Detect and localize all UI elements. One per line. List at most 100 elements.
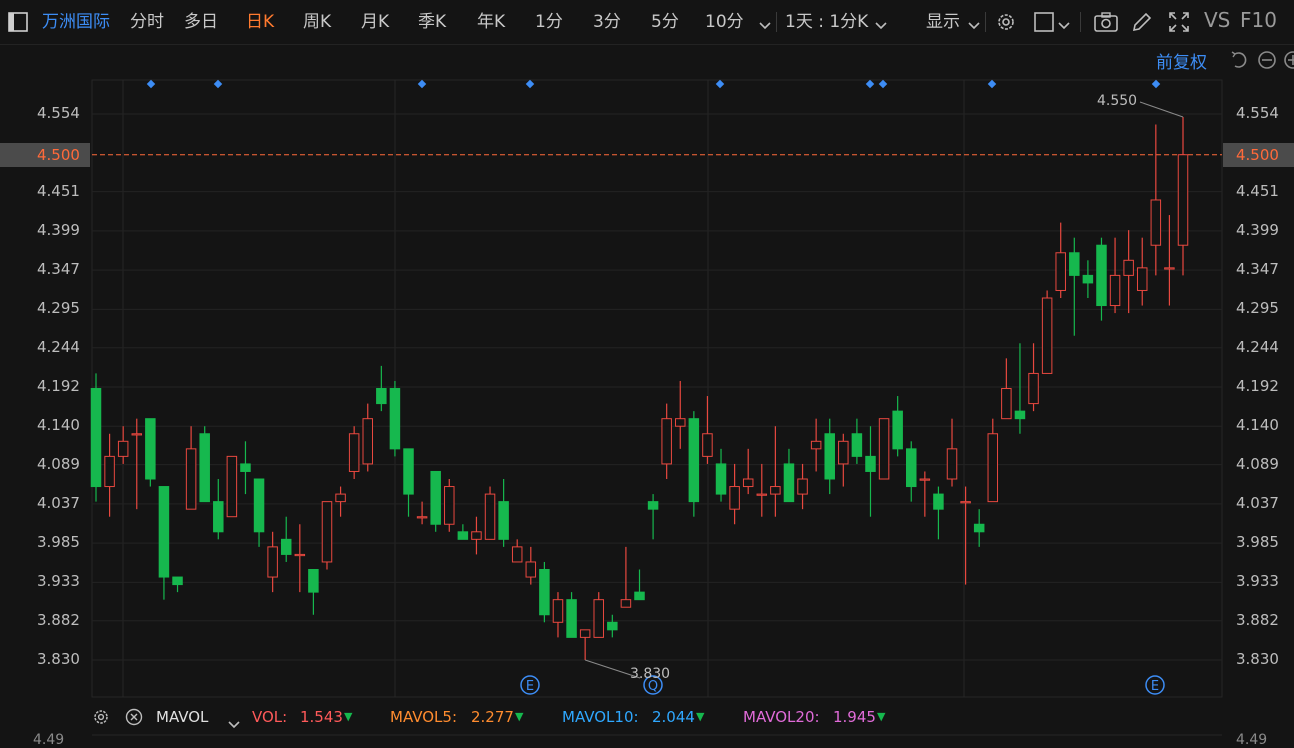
candle[interactable] [688,411,700,517]
candle[interactable] [1001,358,1012,420]
candle[interactable] [634,569,645,601]
dividend-marker-icon[interactable] [213,79,223,89]
candle[interactable] [1014,343,1026,434]
candle[interactable] [1150,124,1162,276]
candle[interactable] [607,614,618,638]
candle[interactable] [525,546,537,585]
candle[interactable] [838,433,849,487]
candle[interactable] [1055,222,1066,299]
candle[interactable] [960,486,971,585]
candle[interactable] [675,380,686,449]
dividend-marker-icon[interactable] [865,79,875,89]
candle[interactable] [878,418,890,480]
dividend-marker-icon[interactable] [525,79,535,89]
candle[interactable] [552,592,564,638]
close-indicator-icon[interactable] [125,708,143,734]
event-marker-e-icon[interactable]: E [520,675,540,695]
candle[interactable] [1041,290,1053,374]
candle[interactable] [376,365,387,412]
candlestick-chart[interactable]: EQE [0,0,1294,748]
dividend-marker-icon[interactable] [987,79,997,89]
candle[interactable] [946,418,958,487]
candle[interactable] [267,531,278,593]
candle[interactable] [783,448,795,503]
candle[interactable] [702,396,713,464]
candle[interactable] [308,569,319,615]
candle[interactable] [457,524,469,540]
candle[interactable] [973,509,985,547]
candle[interactable] [797,463,808,510]
dividend-marker-icon[interactable] [878,79,888,89]
candle-body [878,418,890,480]
candle[interactable] [131,418,143,510]
dividend-marker-icon[interactable] [1151,79,1161,89]
candle[interactable] [1109,237,1121,314]
undo-icon[interactable] [1228,50,1248,74]
dividend-marker-icon[interactable] [417,79,427,89]
candle[interactable] [362,403,373,472]
candle[interactable] [335,486,346,517]
candle[interactable] [824,418,835,495]
candle[interactable] [620,546,632,608]
candle[interactable] [715,448,727,502]
candle[interactable] [579,629,591,660]
candle[interactable] [1082,260,1094,299]
candle-body [770,486,781,495]
candle[interactable] [647,494,659,540]
candle[interactable] [389,380,401,457]
candle[interactable] [253,478,265,547]
candle[interactable] [539,561,550,623]
dividend-marker-icon[interactable] [715,79,725,89]
candle[interactable] [321,501,333,570]
candle[interactable] [770,426,781,517]
candle[interactable] [661,403,672,480]
candle[interactable] [933,486,944,540]
candle[interactable] [213,479,224,540]
candle[interactable] [987,418,999,503]
candle[interactable] [1069,237,1080,336]
candle[interactable] [906,441,917,502]
indicator-settings-gear-icon[interactable] [92,708,110,734]
candle[interactable] [919,471,931,517]
candle[interactable] [1177,117,1189,276]
candle[interactable] [226,455,238,518]
candle[interactable] [1096,237,1107,321]
candle[interactable] [117,426,129,464]
candle[interactable] [444,479,455,532]
candle[interactable] [1136,237,1148,306]
candle[interactable] [471,516,482,555]
candle[interactable] [729,463,740,525]
candle[interactable] [498,479,509,547]
candle[interactable] [430,470,441,532]
candle[interactable] [240,441,251,495]
candle[interactable] [1028,343,1039,412]
candle[interactable] [756,463,768,517]
candle[interactable] [1123,230,1134,314]
dividend-marker-icon[interactable] [146,79,156,89]
candle[interactable] [851,418,863,464]
candle[interactable] [484,486,496,540]
zoom-in-icon[interactable] [1283,50,1294,74]
adjust-mode-button[interactable]: 前复权 [1156,48,1207,73]
zoom-out-icon[interactable] [1257,50,1277,74]
candle[interactable] [566,592,577,638]
candle[interactable] [199,426,210,503]
candle[interactable] [742,448,754,495]
candle[interactable] [280,516,292,562]
candle[interactable] [1164,215,1175,306]
candle[interactable] [90,373,102,502]
candle-body [1150,199,1162,246]
candle[interactable] [172,576,183,593]
candle[interactable] [185,426,197,510]
candle-body [865,455,876,472]
candle[interactable] [403,448,414,517]
candle[interactable] [865,426,876,517]
candle[interactable] [892,396,903,457]
candle[interactable] [593,592,604,638]
candle[interactable] [416,501,428,525]
candle[interactable] [348,426,360,480]
candle-body [525,561,537,578]
candle[interactable] [145,418,156,487]
event-marker-e-icon[interactable]: E [1145,675,1165,695]
indicator-name[interactable]: MAVOL [156,704,208,730]
